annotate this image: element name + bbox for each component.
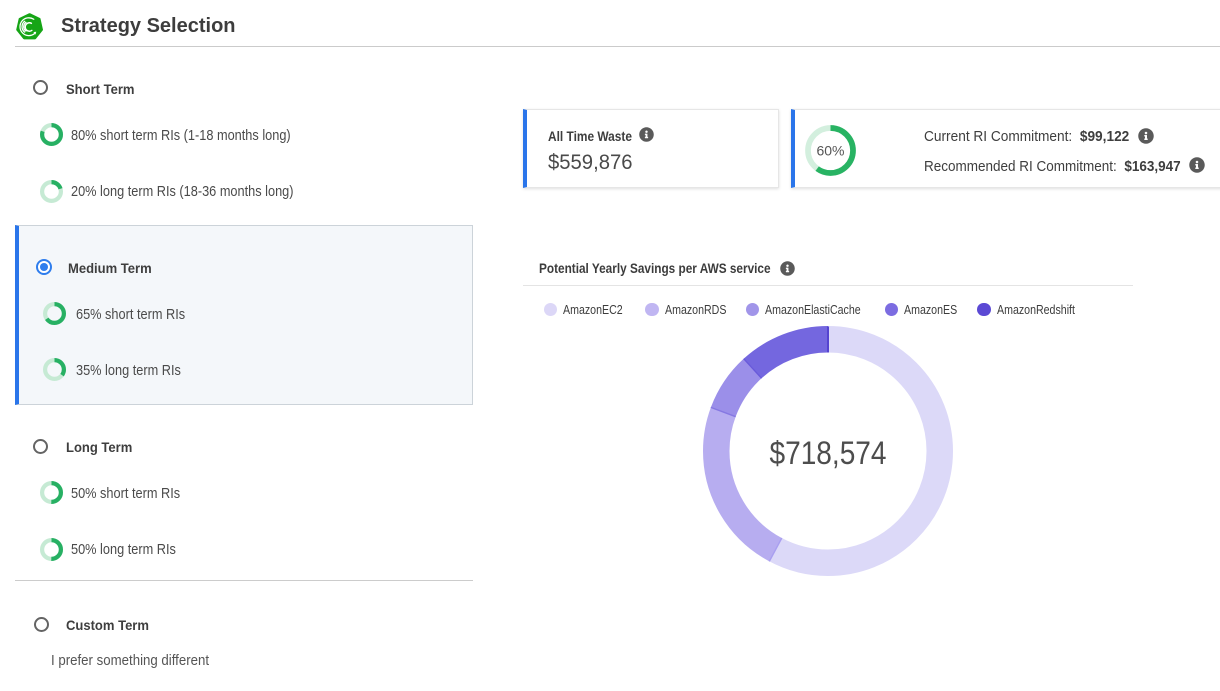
svg-text:60%: 60% xyxy=(816,143,844,159)
svg-text:$718,574: $718,574 xyxy=(770,435,887,471)
